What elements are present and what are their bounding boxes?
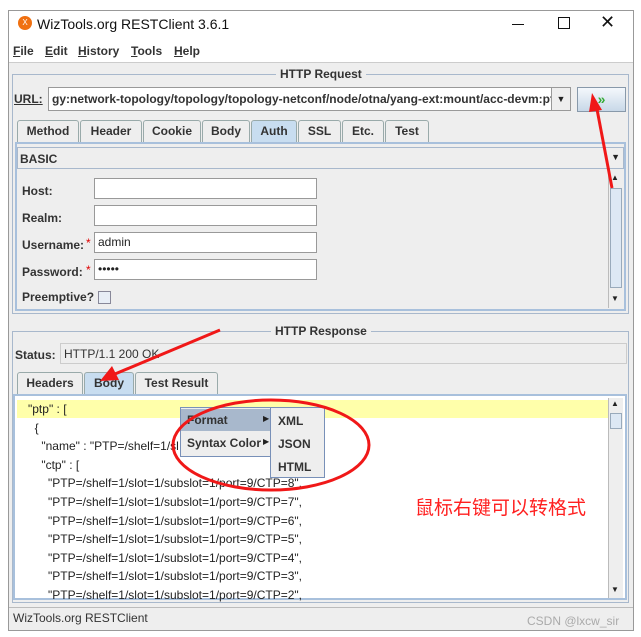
annotation-overlay — [100, 93, 614, 492]
annotation-arrow — [594, 103, 614, 189]
annotation-text: 鼠标右键可以转格式 — [415, 497, 587, 519]
annotation-arrow — [114, 328, 221, 376]
highlight-ellipse — [171, 398, 371, 492]
watermark: CSDN @lxcw_sir — [527, 614, 620, 628]
status-bar-text: WizTools.org RESTClient — [13, 611, 148, 625]
arrow-head — [589, 93, 602, 112]
